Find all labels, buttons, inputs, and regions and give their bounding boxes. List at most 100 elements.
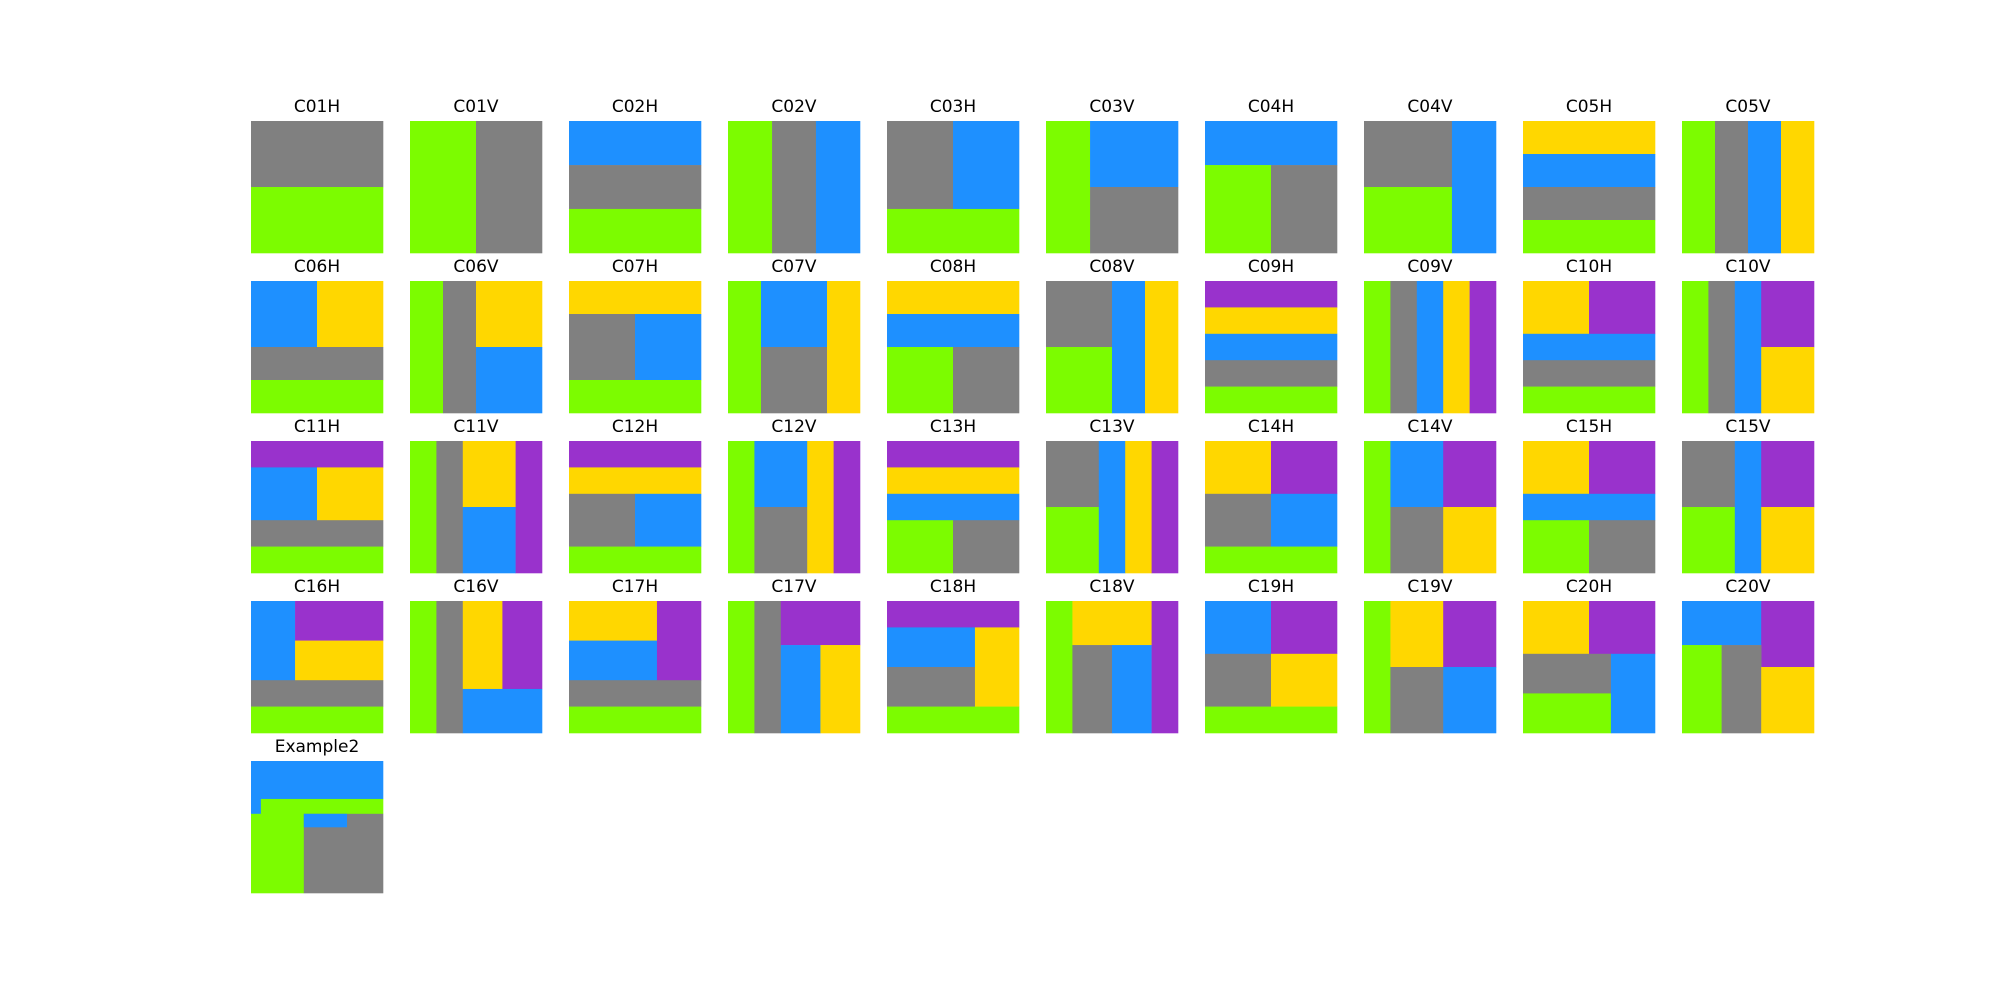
- tile-title: C07H: [612, 257, 658, 277]
- tile-region: [251, 520, 384, 547]
- tile-region: [635, 314, 702, 381]
- tile-region: [1523, 121, 1656, 155]
- tile-region: [1072, 601, 1152, 646]
- tile-region: [251, 121, 384, 188]
- tile-region: [820, 645, 861, 734]
- tile-region: [251, 441, 384, 468]
- tile-c05v: C05V: [1682, 97, 1815, 254]
- tile-region: [1205, 360, 1338, 387]
- tile-title: C06V: [453, 257, 499, 277]
- tile-region: [569, 281, 702, 315]
- tile-region: [1046, 601, 1073, 734]
- tile-region: [1589, 520, 1656, 574]
- tile-region: [251, 546, 384, 574]
- tile-c18h: C18H: [887, 577, 1020, 734]
- tile-title: C04H: [1248, 97, 1294, 117]
- tile-region: [1205, 307, 1338, 335]
- tile-region: [1781, 121, 1815, 254]
- tile-region: [1046, 121, 1091, 254]
- tile-c09v: C09V: [1364, 257, 1497, 414]
- tile-region: [569, 467, 702, 495]
- tile-c11h: C11H: [251, 417, 384, 574]
- tile-region: [887, 667, 976, 707]
- tile-c17h: C17H: [569, 577, 702, 734]
- tile-region: [761, 281, 828, 348]
- tile-region: [476, 281, 543, 348]
- tile-region: [436, 601, 464, 734]
- tile-c07h: C07H: [569, 257, 702, 414]
- tile-title: C06H: [294, 257, 340, 277]
- tile-title: C11H: [294, 417, 340, 437]
- tile-c13v: C13V: [1046, 417, 1179, 574]
- tile-title: C05V: [1725, 97, 1771, 117]
- tile-title: C05H: [1566, 97, 1612, 117]
- tile-region: [728, 601, 755, 734]
- tile-c05h: C05H: [1523, 97, 1656, 254]
- tile-region: [1761, 281, 1815, 348]
- tile-c01h: C01H: [251, 97, 384, 254]
- tile-region: [410, 121, 477, 254]
- tile-title: C16H: [294, 577, 340, 597]
- tile-region: [1523, 154, 1656, 188]
- tile-title: C10V: [1725, 257, 1771, 277]
- tile-region: [295, 640, 384, 681]
- tile-c11v: C11V: [410, 417, 543, 574]
- tile-title: C17H: [612, 577, 658, 597]
- tile-region: [1046, 507, 1100, 574]
- tile-region: [1090, 187, 1179, 254]
- tile-c13h: C13H: [887, 417, 1020, 574]
- tile-region: [1523, 187, 1656, 221]
- tile-region: [1271, 165, 1338, 254]
- tile-region: [317, 281, 384, 348]
- tile-region: [1523, 220, 1656, 254]
- tile-region: [1364, 601, 1391, 734]
- tile-region: [887, 467, 1020, 495]
- tile-region: [1205, 333, 1338, 361]
- tile-title: C07V: [771, 257, 817, 277]
- tile-region: [569, 380, 702, 414]
- tile-region: [1715, 121, 1749, 254]
- tile-c14h: C14H: [1205, 417, 1338, 574]
- tile-title: C03H: [930, 97, 976, 117]
- tile-region: [1523, 601, 1590, 655]
- tile-region: [1205, 546, 1338, 574]
- tile-c02h: C02H: [569, 97, 702, 254]
- tile-region: [1682, 645, 1722, 734]
- tile-region: [1589, 601, 1656, 655]
- tile-region: [1682, 281, 1709, 414]
- tile-c19h: C19H: [1205, 577, 1338, 734]
- tile-region: [1589, 441, 1656, 495]
- tile-region: [1451, 121, 1497, 254]
- tile-title: C09H: [1248, 257, 1294, 277]
- tile-c04h: C04H: [1205, 97, 1338, 254]
- tile-region: [656, 601, 702, 681]
- tile-region: [476, 347, 543, 414]
- tile-region: [569, 121, 702, 166]
- tile-region: [1112, 281, 1146, 414]
- tile-title: C11V: [453, 417, 499, 437]
- tile-region: [410, 441, 437, 574]
- tile-c06v: C06V: [410, 257, 543, 414]
- tile-region: [1205, 441, 1272, 495]
- tile-c19v: C19V: [1364, 577, 1497, 734]
- tile-region: [780, 645, 821, 734]
- tile-c18v: C18V: [1046, 577, 1179, 734]
- tile-region: [251, 187, 384, 254]
- tile-region: [827, 281, 861, 414]
- tile-region: [569, 165, 702, 210]
- tile-c20v: C20V: [1682, 577, 1815, 734]
- tile-region: [1721, 645, 1762, 734]
- tile-region: [1364, 281, 1391, 414]
- tile-region: [1125, 441, 1152, 574]
- tile-region: [1469, 281, 1497, 414]
- tile-region: [251, 813, 305, 894]
- tile-title: C15V: [1725, 417, 1771, 437]
- tile-region: [1589, 281, 1656, 335]
- tile-title: C18H: [930, 577, 976, 597]
- tile-c06h: C06H: [251, 257, 384, 414]
- tile-title: Example2: [275, 737, 360, 757]
- tile-region: [1390, 441, 1444, 508]
- tile-region: [1734, 441, 1762, 574]
- tile-region: [887, 706, 1020, 734]
- tile-region: [1151, 441, 1179, 574]
